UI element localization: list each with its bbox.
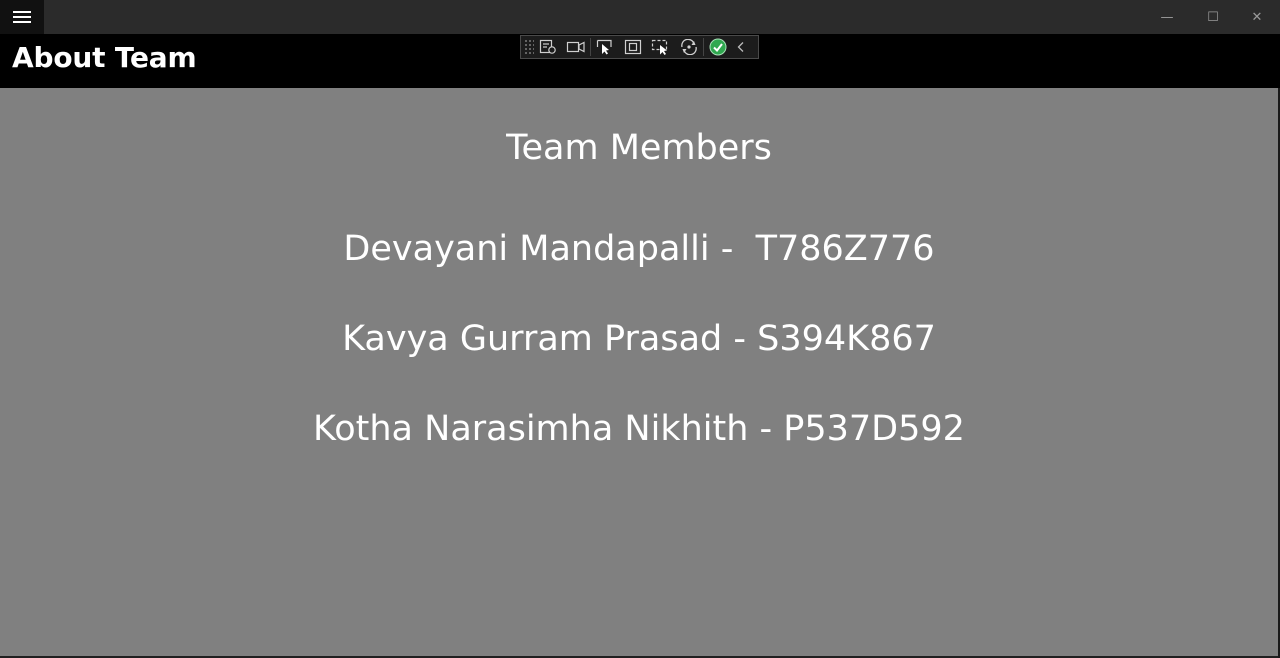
team-members-heading: Team Members (506, 128, 772, 168)
close-button[interactable]: ✕ (1234, 0, 1280, 34)
toolbar-grip-handle[interactable] (524, 39, 534, 55)
maximize-icon: ☐ (1207, 9, 1219, 25)
record-button[interactable] (562, 36, 590, 58)
window-title-bar: — ☐ ✕ (0, 0, 1280, 34)
record-icon (566, 41, 585, 53)
collapse-chevron-icon (737, 42, 744, 52)
display-layout-adorners-icon (624, 39, 642, 55)
page-title: About Team (12, 41, 197, 74)
minimize-icon: — (1160, 9, 1174, 25)
team-member-item: Devayani Mandapalli - T786Z776 (343, 229, 935, 269)
debug-toolbar (520, 35, 759, 59)
display-layout-adorners-button[interactable] (619, 36, 647, 58)
hot-reload-status-check-icon (709, 38, 727, 56)
hamburger-icon (13, 11, 31, 23)
hot-reload-button[interactable] (675, 36, 703, 58)
team-member-item: Kotha Narasimha Nikhith - P537D592 (313, 409, 965, 449)
main-content: Team Members Devayani Mandapalli - T786Z… (0, 88, 1278, 656)
track-focus-button[interactable] (647, 36, 675, 58)
live-visual-tree-icon (539, 39, 556, 54)
hot-reload-status-button[interactable] (704, 36, 732, 58)
select-element-icon (596, 39, 612, 55)
minimize-button[interactable]: — (1144, 0, 1190, 34)
nav-menu-button[interactable] (0, 0, 44, 34)
collapse-toolbar-button[interactable] (732, 36, 750, 58)
close-icon: ✕ (1251, 9, 1263, 25)
maximize-button[interactable]: ☐ (1190, 0, 1236, 34)
team-member-item: Kavya Gurram Prasad - S394K867 (342, 319, 936, 359)
select-element-button[interactable] (591, 36, 619, 58)
live-visual-tree-button[interactable] (534, 36, 562, 58)
hot-reload-icon (681, 39, 697, 55)
track-focus-icon (651, 39, 668, 55)
